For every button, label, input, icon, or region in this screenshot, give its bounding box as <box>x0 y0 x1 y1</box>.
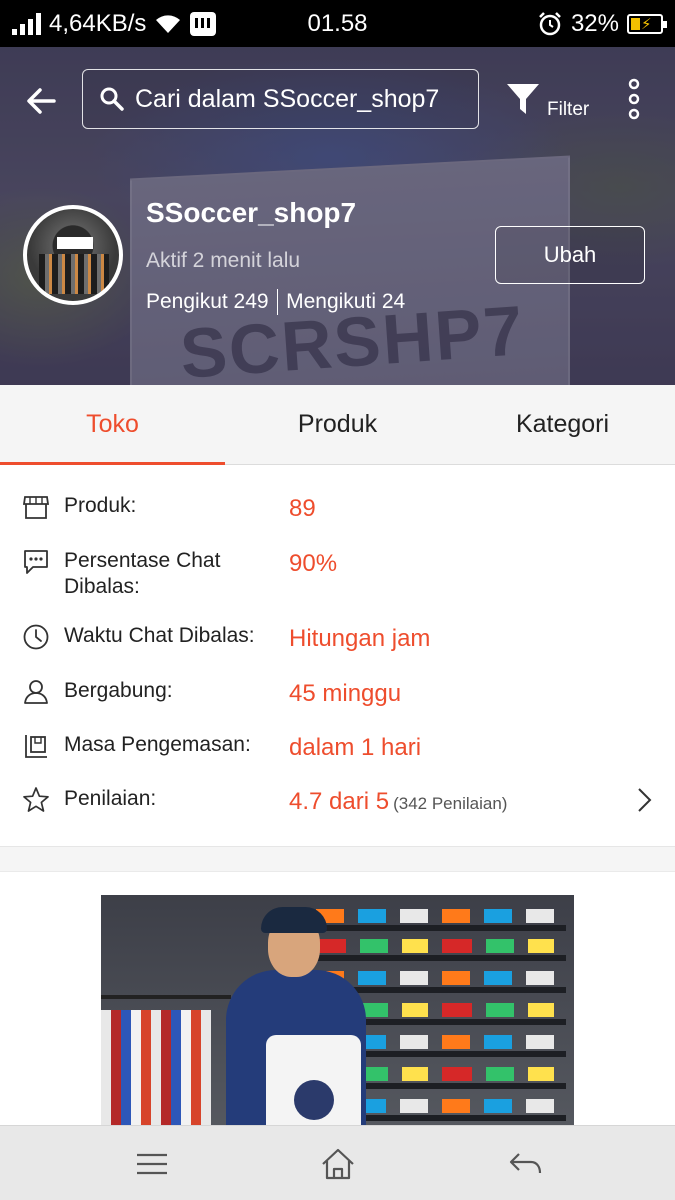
rating-value: 4.7 dari 5 <box>289 788 390 815</box>
search-placeholder: Cari dalam SSoccer_shop7 <box>135 84 440 113</box>
search-input[interactable]: Cari dalam SSoccer_shop7 <box>82 69 479 129</box>
shop-name: SSoccer_shop7 <box>146 197 357 228</box>
system-nav-bar <box>0 1125 675 1200</box>
network-speed: 4,64KB/s <box>49 9 147 37</box>
alarm-icon <box>539 11 561 35</box>
edit-shop-button[interactable]: Ubah <box>495 226 645 284</box>
info-value: dalam 1 hari <box>289 734 422 761</box>
info-label: Waktu Chat Dibalas: <box>64 624 255 647</box>
menu-icon[interactable] <box>132 1144 172 1184</box>
shop-avatar[interactable] <box>23 205 123 305</box>
filter-label: Filter <box>547 99 590 120</box>
status-bar: 4,64KB/s 01.58 32% ⚡ <box>0 0 675 47</box>
tab-produk[interactable]: Produk <box>225 385 450 464</box>
tab-toko[interactable]: Toko <box>0 385 225 465</box>
info-label: Persentase Chat Dibalas: <box>64 549 221 598</box>
info-value: 90% <box>289 550 338 577</box>
follow-stats: Pengikut 249 Mengikuti 24 <box>146 289 405 315</box>
chat-icon <box>24 550 48 574</box>
info-value: Hitungan jam <box>289 625 431 652</box>
rating-count: (342 Penilaian) <box>393 794 508 813</box>
info-label: Penilaian: <box>64 787 157 810</box>
info-label: Bergabung: <box>64 679 173 702</box>
section-divider <box>0 846 675 872</box>
active-status: Aktif 2 menit lalu <box>146 249 301 272</box>
search-icon <box>100 87 124 111</box>
star-icon <box>23 787 49 812</box>
user-icon <box>24 680 48 704</box>
shop-info-list: Produk: 89 Persentase Chat Dibalas: 90% … <box>0 466 675 846</box>
info-value: 4.7 dari 5 (342 Penilaian) <box>289 788 507 818</box>
more-options-icon[interactable] <box>620 77 648 121</box>
info-label: Produk: <box>64 494 137 517</box>
info-label: Masa Pengemasan: <box>64 733 251 756</box>
info-value: 89 <box>289 495 316 522</box>
chevron-right-icon[interactable] <box>633 786 655 814</box>
shop-header: SCRSHP7 Cari dalam SSoccer_shop7 Filter … <box>0 47 675 385</box>
divider <box>276 289 279 315</box>
back-arrow-icon[interactable] <box>20 79 64 123</box>
tab-kategori[interactable]: Kategori <box>450 385 675 464</box>
wifi-icon <box>156 14 181 33</box>
store-icon <box>22 496 50 519</box>
followers-count[interactable]: Pengikut 249 <box>146 290 269 314</box>
back-icon[interactable] <box>505 1144 545 1184</box>
following-count[interactable]: Mengikuti 24 <box>286 290 405 314</box>
filter-button[interactable]: Filter <box>505 77 600 127</box>
filter-icon <box>507 84 539 114</box>
clock-icon <box>23 624 49 650</box>
package-icon <box>25 735 47 758</box>
home-icon[interactable] <box>318 1144 358 1184</box>
battery-charging-icon: ⚡ <box>627 13 667 34</box>
signal-icon <box>12 12 41 35</box>
shop-tabs: Toko Produk Kategori <box>0 385 675 465</box>
bbm-icon <box>190 11 217 36</box>
battery-percent: 32% <box>570 9 619 37</box>
info-value: 45 minggu <box>289 680 402 707</box>
shop-photo[interactable] <box>101 895 574 1125</box>
